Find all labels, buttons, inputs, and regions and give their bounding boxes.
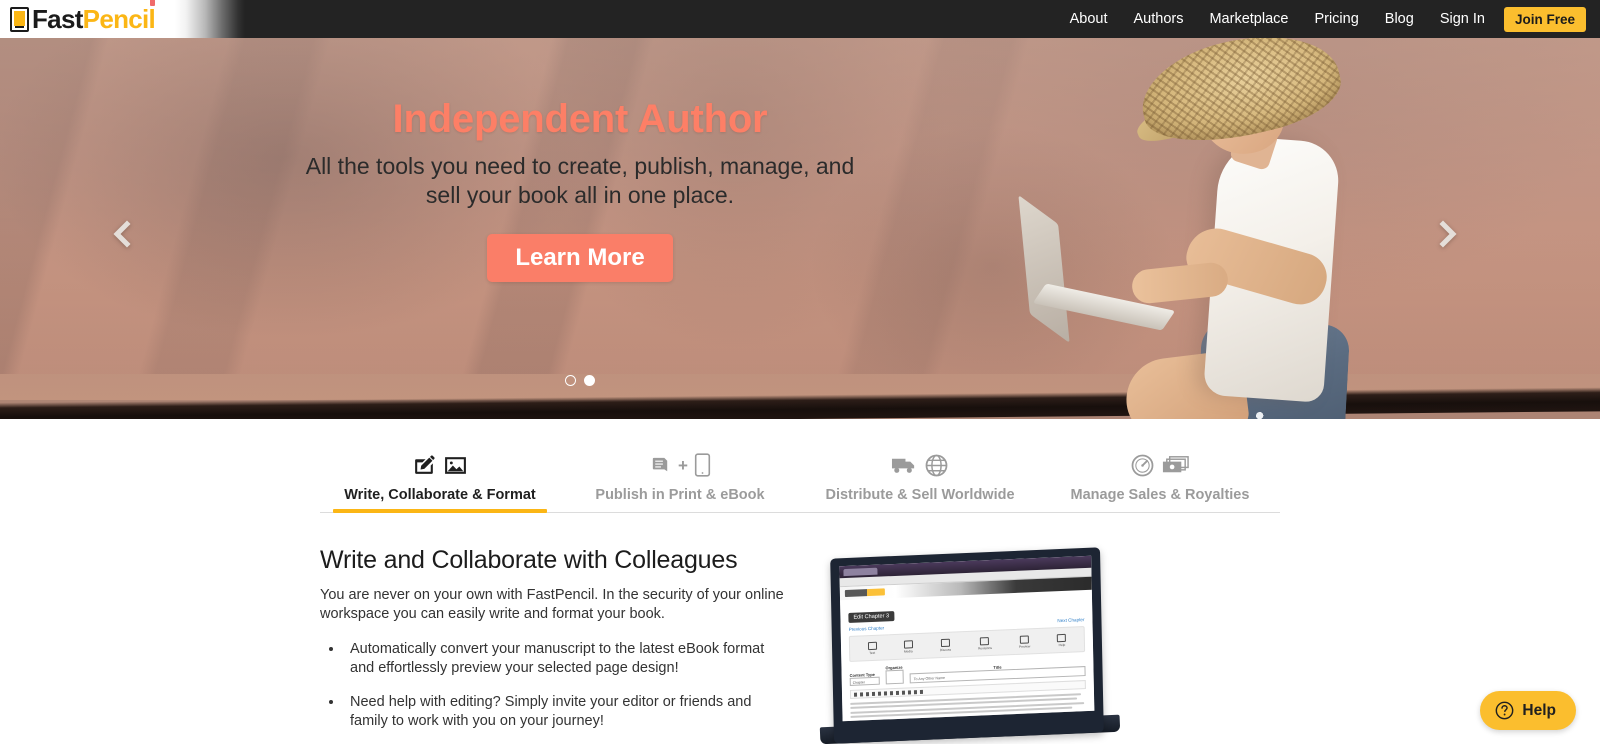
feature-tabs: Write, Collaborate & Format + Publish in…	[320, 440, 1280, 513]
logo-text-fast: Fast	[32, 4, 83, 34]
logo-wordmark: FastPencil	[32, 0, 156, 34]
feature-bullet-list: Automatically convert your manuscript to…	[320, 639, 790, 731]
help-button-label: Help	[1522, 701, 1556, 719]
carousel-next-button[interactable]	[1432, 218, 1464, 250]
carousel-dots	[0, 375, 1160, 386]
laptop-screen: Edit Chapter 3 Previous Chapter Next Cha…	[839, 555, 1095, 722]
tab-label: Manage Sales & Royalties	[1070, 487, 1250, 503]
main-navigation: About Authors Marketplace Pricing Blog S…	[1057, 0, 1586, 38]
nav-item-blog[interactable]: Blog	[1372, 0, 1427, 38]
hero-content: Independent Author All the tools you nee…	[0, 0, 1160, 419]
tablet-icon	[694, 453, 711, 477]
nav-item-pricing[interactable]: Pricing	[1301, 0, 1371, 38]
pencil-tip-accent	[150, 0, 156, 6]
editor-next-chapter-link: Next Chapter	[1057, 617, 1085, 624]
question-circle-icon	[1495, 701, 1514, 720]
truck-icon	[891, 454, 918, 477]
editor-tool-revisions: Revisions	[978, 636, 992, 650]
plus-sign-icon: +	[678, 455, 688, 475]
tab-manage-sales-royalties[interactable]: Manage Sales & Royalties	[1040, 450, 1280, 512]
editor-tool-media: Media	[903, 639, 913, 653]
chevron-right-icon	[1438, 220, 1458, 248]
laptop-frame: Edit Chapter 3 Previous Chapter Next Cha…	[830, 547, 1104, 744]
nav-item-authors[interactable]: Authors	[1120, 0, 1196, 38]
feature-paragraph: You are never on your own with FastPenci…	[320, 587, 784, 622]
pencil-edit-icon	[412, 453, 437, 478]
tab-icon-group: +	[649, 450, 711, 480]
help-button[interactable]: Help	[1480, 691, 1576, 730]
site-header: FastPencil About Authors Marketplace Pri…	[0, 0, 1600, 38]
feature-content-panel: Write and Collaborate with Colleagues Yo…	[0, 535, 1600, 744]
nav-item-marketplace[interactable]: Marketplace	[1196, 0, 1301, 38]
feature-tabs-section: Write, Collaborate & Format + Publish in…	[0, 419, 1600, 513]
tab-write-collaborate-format[interactable]: Write, Collaborate & Format	[320, 450, 560, 513]
editor-screenshot-laptop: Edit Chapter 3 Previous Chapter Next Cha…	[819, 543, 1130, 744]
editor-chapter-title: Edit Chapter 3	[848, 611, 895, 623]
book-icon	[649, 454, 672, 477]
chevron-left-icon	[112, 220, 132, 248]
list-item: Need help with editing? Simply invite yo…	[344, 692, 790, 731]
list-item: Automatically convert your manuscript to…	[344, 639, 790, 678]
hero-carousel: Independent Author All the tools you nee…	[0, 0, 1600, 419]
tab-publish-print-ebook[interactable]: + Publish in Print & eBook	[560, 450, 800, 512]
page-root: Independent Author All the tools you nee…	[0, 0, 1600, 744]
tab-icon-group	[1130, 450, 1190, 480]
editor-organize-icon	[885, 669, 904, 685]
editor-prev-chapter-link: Previous Chapter	[848, 625, 885, 632]
tab-distribute-sell-worldwide[interactable]: Distribute & Sell Worldwide	[800, 450, 1040, 512]
editor-tool-discuss: Discuss	[940, 638, 951, 652]
editor-organize-label: Organize	[885, 664, 903, 671]
globe-icon	[924, 453, 949, 478]
learn-more-button[interactable]: Learn More	[487, 234, 673, 282]
hero-subtitle: All the tools you need to create, publis…	[305, 153, 855, 208]
editor-tool-preview: Preview	[1019, 634, 1030, 648]
site-logo[interactable]: FastPencil	[10, 0, 156, 34]
carousel-dot-2[interactable]	[584, 375, 595, 386]
carousel-dot-1[interactable]	[565, 375, 576, 386]
tab-label: Distribute & Sell Worldwide	[825, 487, 1015, 503]
tab-active-underline	[333, 509, 547, 513]
editor-tool-help: Help	[1057, 633, 1067, 647]
image-icon	[443, 453, 468, 478]
carousel-prev-button[interactable]	[106, 218, 138, 250]
hero-title: Independent Author	[392, 97, 768, 141]
editor-content-type-select: Chapter	[849, 676, 880, 686]
logo-text-pencil: Pencil	[83, 0, 156, 34]
tab-icon-group	[412, 450, 468, 480]
join-free-button[interactable]: Join Free	[1503, 6, 1586, 32]
money-icon	[1161, 454, 1190, 477]
tab-label: Publish in Print & eBook	[595, 487, 765, 503]
feature-text-column: Write and Collaborate with Colleagues Yo…	[320, 535, 790, 744]
editor-toolbar: Text Media Discuss Revisions Preview Hel…	[848, 626, 1086, 662]
tab-icon-group	[891, 450, 949, 480]
book-tablet-icon	[10, 6, 29, 32]
editor-tool-text: Text	[867, 641, 877, 655]
feature-heading: Write and Collaborate with Colleagues	[320, 546, 738, 574]
nav-item-about[interactable]: About	[1057, 0, 1121, 38]
speedometer-icon	[1130, 453, 1155, 478]
nav-item-sign-in[interactable]: Sign In	[1427, 0, 1498, 38]
